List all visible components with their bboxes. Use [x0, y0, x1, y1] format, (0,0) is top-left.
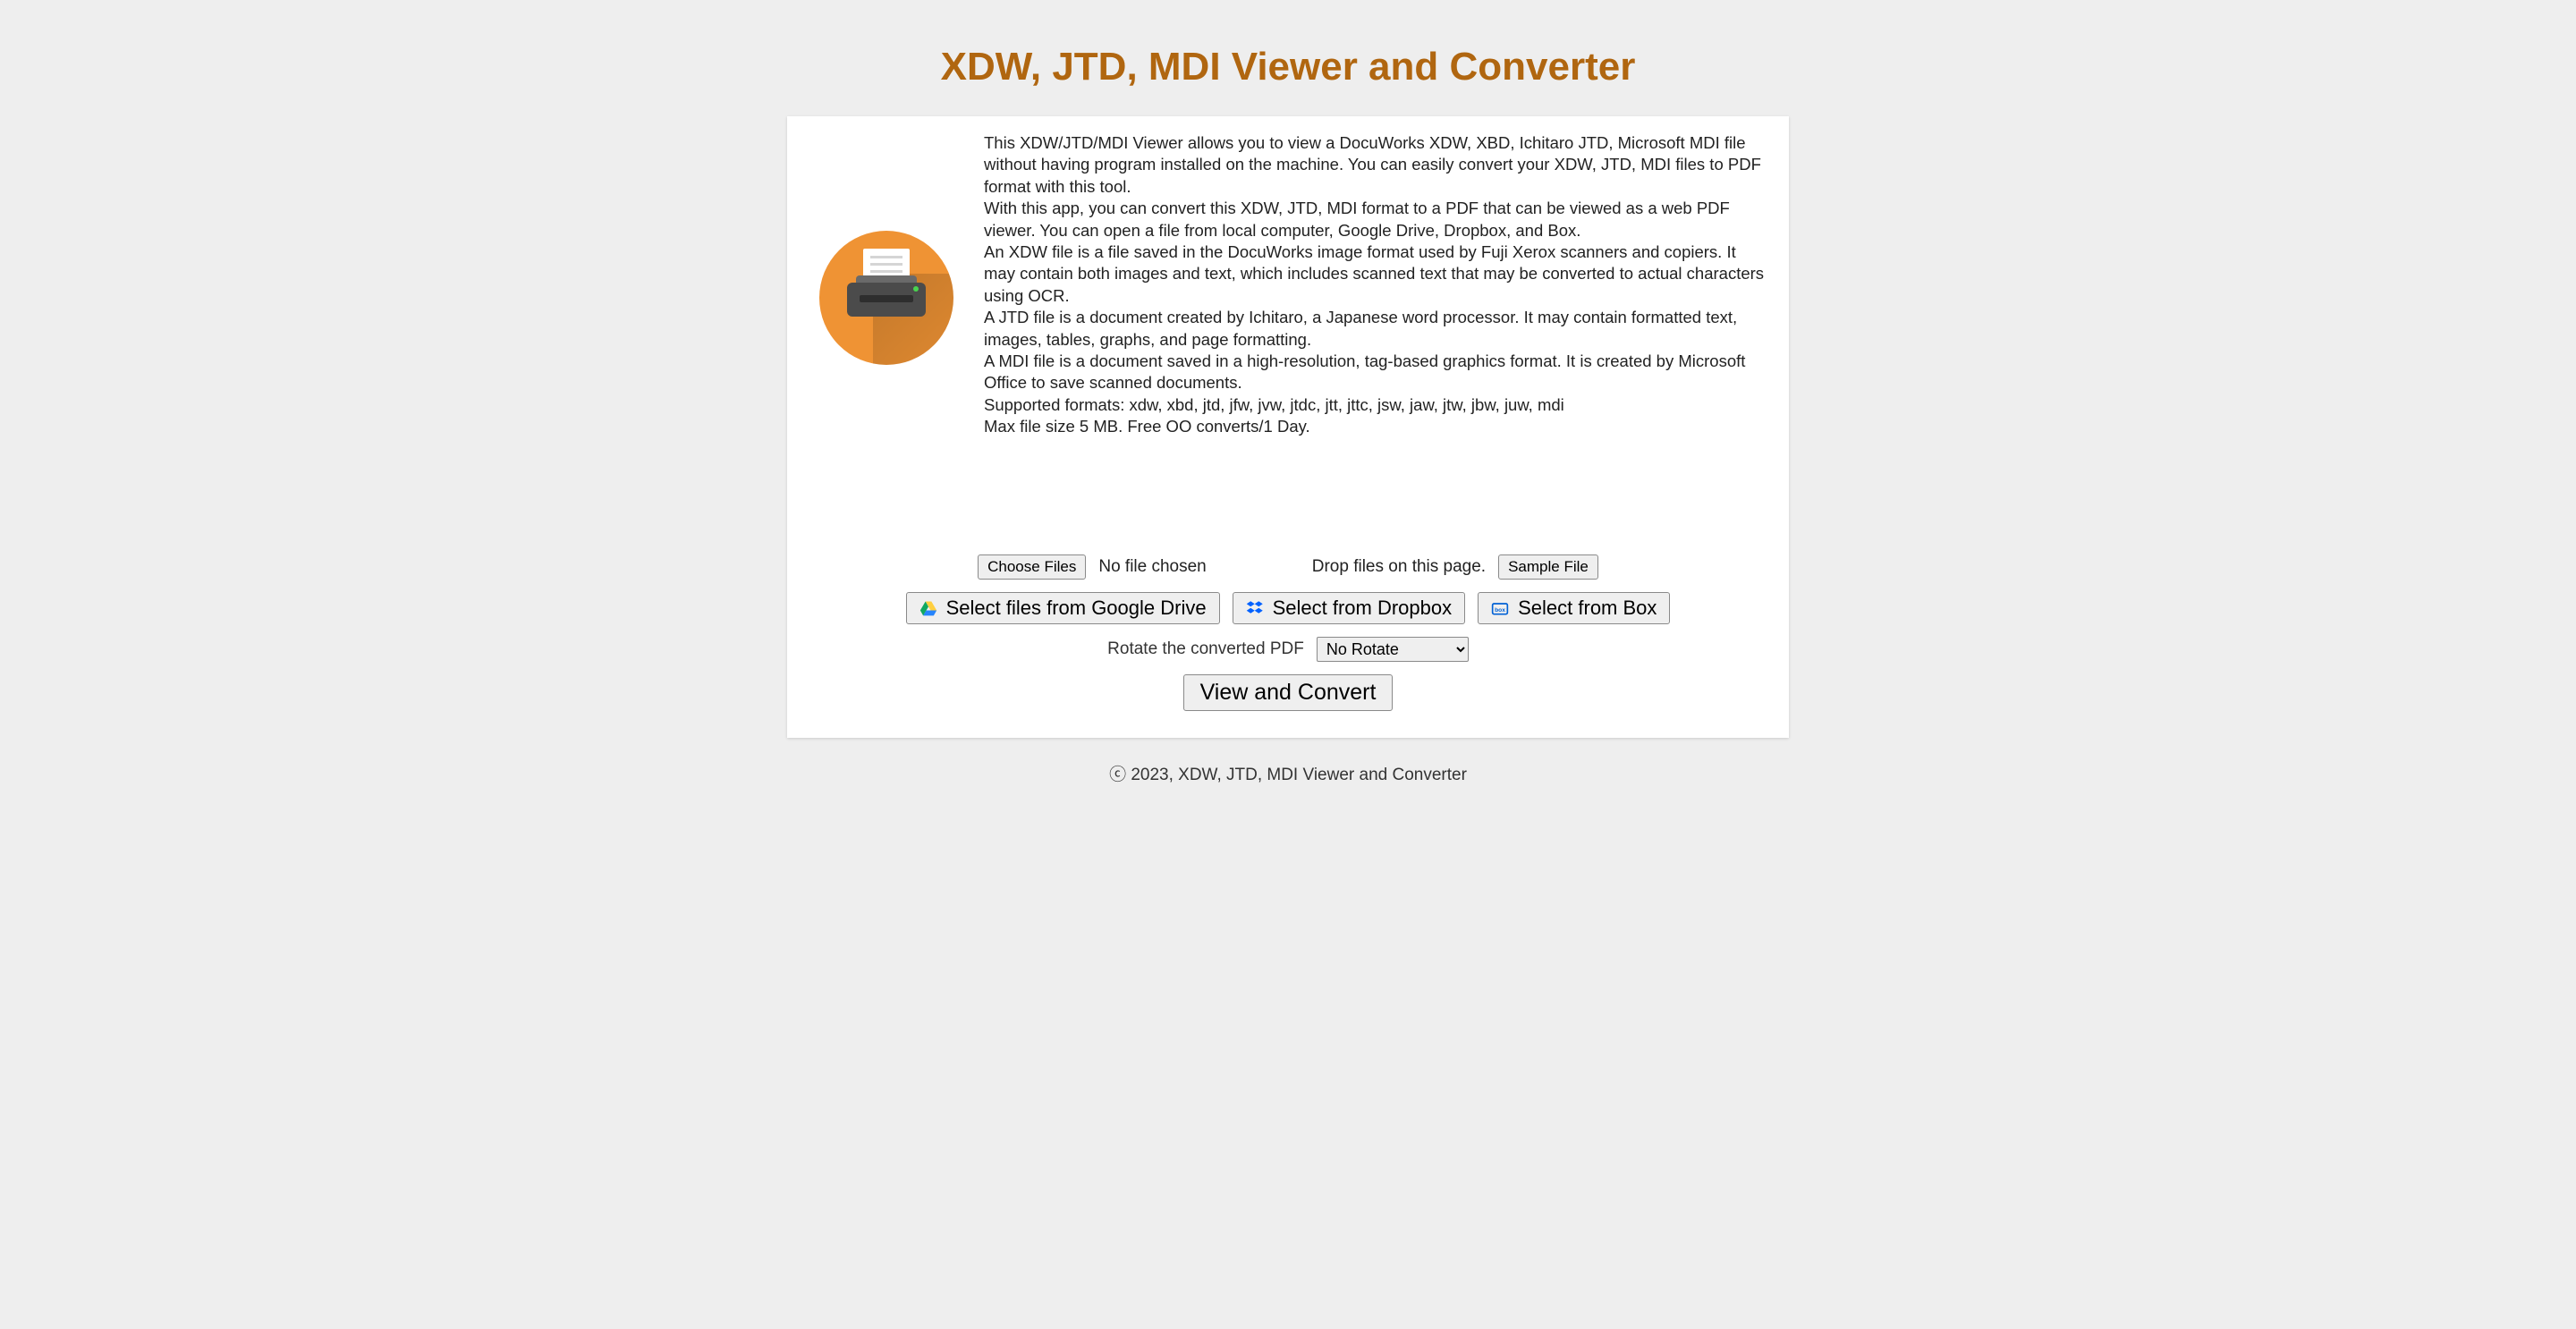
description-p5: A MDI file is a document saved in a high… [984, 351, 1766, 394]
box-icon: box [1491, 599, 1509, 617]
rotate-select[interactable]: No Rotate90°180°270° [1317, 637, 1469, 662]
dropbox-icon [1246, 599, 1264, 617]
description-p2: With this app, you can convert this XDW,… [984, 198, 1766, 241]
description-p1: This XDW/JTD/MDI Viewer allows you to vi… [984, 132, 1766, 198]
file-chosen-status: No file chosen [1098, 557, 1206, 577]
google-drive-icon [919, 599, 937, 617]
dropbox-button[interactable]: Select from Dropbox [1233, 592, 1466, 624]
description-p7: Max file size 5 MB. Free OO converts/1 D… [984, 416, 1766, 437]
drop-hint: Drop files on this page. [1312, 557, 1486, 577]
sample-file-button[interactable]: Sample File [1498, 554, 1598, 580]
choose-files-button[interactable]: Choose Files [978, 554, 1086, 580]
page-title: XDW, JTD, MDI Viewer and Converter [941, 45, 1636, 89]
description-p4: A JTD file is a document created by Ichi… [984, 307, 1766, 351]
description-text: This XDW/JTD/MDI Viewer allows you to vi… [984, 132, 1766, 438]
footer-copyright: ⓒ 2023, XDW, JTD, MDI Viewer and Convert… [1109, 761, 1467, 785]
main-card: This XDW/JTD/MDI Viewer allows you to vi… [787, 116, 1789, 738]
box-button[interactable]: box Select from Box [1478, 592, 1670, 624]
printer-icon [819, 231, 953, 365]
rotate-label: Rotate the converted PDF [1107, 639, 1304, 659]
google-drive-label: Select files from Google Drive [946, 597, 1207, 620]
description-p3: An XDW file is a file saved in the DocuW… [984, 241, 1766, 307]
google-drive-button[interactable]: Select files from Google Drive [906, 592, 1220, 624]
box-label: Select from Box [1518, 597, 1657, 620]
view-convert-button[interactable]: View and Convert [1183, 674, 1394, 711]
dropbox-label: Select from Dropbox [1273, 597, 1453, 620]
svg-text:box: box [1495, 607, 1505, 614]
app-icon-column [810, 132, 962, 365]
description-p6: Supported formats: xdw, xbd, jtd, jfw, j… [984, 394, 1766, 416]
